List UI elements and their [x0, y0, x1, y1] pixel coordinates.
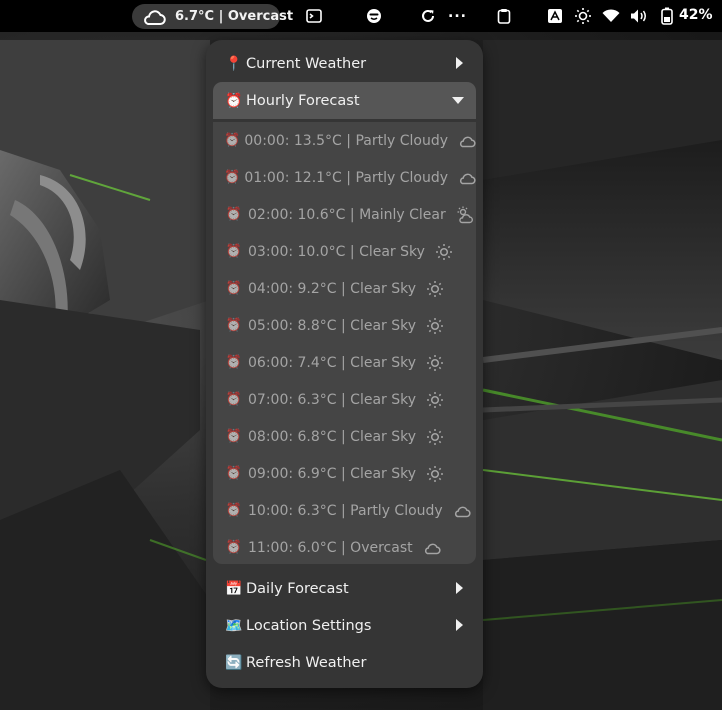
- hourly-forecast-label: 03:00: 10.0°C | Clear Sky: [248, 243, 425, 260]
- chevron-down-icon: [452, 97, 464, 104]
- wifi-icon[interactable]: [601, 6, 621, 26]
- sun-icon: [435, 243, 453, 261]
- top-panel: 6.7°C | Overcast ... 42%: [0, 0, 722, 32]
- cloud-icon: [423, 539, 441, 557]
- brightness-icon[interactable]: [573, 6, 593, 26]
- overflow-indicator[interactable]: ...: [448, 5, 467, 21]
- chevron-right-icon: [456, 57, 463, 69]
- alarm-clock-icon: ⏰: [224, 170, 241, 185]
- refresh-arrows-icon: 🔄: [225, 655, 243, 671]
- volume-icon[interactable]: [629, 6, 649, 26]
- hourly-forecast-label: 02:00: 10.6°C | Mainly Clear: [248, 206, 446, 223]
- hourly-forecast-label: 10:00: 6.3°C | Partly Cloudy: [248, 502, 443, 519]
- cloud-icon: [142, 7, 166, 27]
- sun-icon: [426, 354, 444, 372]
- hourly-forecast-item[interactable]: ⏰ 11:00: 6.0°C | Overcast: [213, 529, 476, 566]
- sun-icon: [426, 465, 444, 483]
- battery-icon[interactable]: [657, 6, 677, 26]
- hourly-forecast-label: 05:00: 8.8°C | Clear Sky: [248, 317, 417, 334]
- menu-item-daily-forecast[interactable]: 📅 Daily Forecast: [213, 571, 476, 607]
- sun-icon: [426, 391, 444, 409]
- alarm-clock-icon: ⏰: [225, 318, 243, 333]
- weather-indicator-button[interactable]: 6.7°C | Overcast: [132, 4, 293, 29]
- hourly-forecast-item[interactable]: ⏰ 01:00: 12.1°C | Partly Cloudy: [213, 159, 476, 196]
- cloud-icon: [453, 502, 471, 520]
- sun-icon: [426, 428, 444, 446]
- weather-indicator-text: 6.7°C | Overcast: [175, 9, 294, 24]
- chevron-right-icon: [456, 582, 463, 594]
- hourly-forecast-item[interactable]: ⏰ 10:00: 6.3°C | Partly Cloudy: [213, 492, 476, 529]
- sun-icon: [426, 317, 444, 335]
- hourly-forecast-item[interactable]: ⏰ 07:00: 6.3°C | Clear Sky: [213, 381, 476, 418]
- keyboard-icon[interactable]: [545, 6, 565, 26]
- menu-item-hourly-forecast[interactable]: ⏰ Hourly Forecast: [213, 82, 476, 119]
- alarm-clock-icon: ⏰: [225, 392, 243, 407]
- map-icon: 🗺️: [225, 618, 243, 634]
- terminal-icon[interactable]: [304, 6, 324, 26]
- hourly-forecast-label: 09:00: 6.9°C | Clear Sky: [248, 465, 417, 482]
- hourly-forecast-label: 00:00: 13.5°C | Partly Cloudy: [244, 132, 448, 149]
- alarm-clock-icon: ⏰: [225, 466, 243, 481]
- menu-item-label: Hourly Forecast: [246, 92, 360, 109]
- clipboard-icon[interactable]: [494, 6, 514, 26]
- menu-item-label: Daily Forecast: [246, 581, 349, 597]
- hourly-forecast-label: 07:00: 6.3°C | Clear Sky: [248, 391, 417, 408]
- alarm-clock-icon: ⏰: [225, 503, 243, 518]
- menu-item-current-weather[interactable]: 📍 Current Weather: [213, 46, 476, 82]
- alarm-clock-icon: ⏰: [225, 207, 243, 222]
- sun-icon: [426, 280, 444, 298]
- alarm-clock-icon: ⏰: [225, 429, 243, 444]
- alarm-clock-icon: ⏰: [225, 540, 243, 555]
- alarm-clock-icon: ⏰: [225, 244, 243, 259]
- pin-icon: 📍: [225, 56, 243, 72]
- hourly-forecast-label: 11:00: 6.0°C | Overcast: [248, 539, 413, 556]
- hourly-forecast-item[interactable]: ⏰ 06:00: 7.4°C | Clear Sky: [213, 344, 476, 381]
- battery-percentage: 42%: [679, 7, 713, 23]
- hourly-forecast-label: 08:00: 6.8°C | Clear Sky: [248, 428, 417, 445]
- hourly-forecast-submenu: ⏰ 00:00: 13.5°C | Partly Cloudy ⏰ 01:00: 12…: [213, 122, 476, 564]
- hourly-forecast-label: 04:00: 9.2°C | Clear Sky: [248, 280, 417, 297]
- hourly-forecast-item[interactable]: ⏰ 02:00: 10.6°C | Mainly Clear: [213, 196, 476, 233]
- chevron-right-icon: [456, 619, 463, 631]
- hourly-forecast-item[interactable]: ⏰ 03:00: 10.0°C | Clear Sky: [213, 233, 476, 270]
- menu-item-location-settings[interactable]: 🗺️ Location Settings: [213, 608, 476, 644]
- emote-icon[interactable]: [364, 6, 384, 26]
- hourly-forecast-item[interactable]: ⏰ 08:00: 6.8°C | Clear Sky: [213, 418, 476, 455]
- hourly-forecast-item[interactable]: ⏰ 09:00: 6.9°C | Clear Sky: [213, 455, 476, 492]
- hourly-forecast-label: 06:00: 7.4°C | Clear Sky: [248, 354, 417, 371]
- alarm-clock-icon: ⏰: [225, 92, 243, 109]
- alarm-clock-icon: ⏰: [224, 133, 241, 148]
- hourly-forecast-item[interactable]: ⏰ 00:00: 13.5°C | Partly Cloudy: [213, 122, 476, 159]
- alarm-clock-icon: ⏰: [225, 355, 243, 370]
- refresh-icon[interactable]: [418, 6, 438, 26]
- menu-item-label: Location Settings: [246, 618, 372, 634]
- calendar-icon: 📅: [225, 581, 243, 597]
- menu-item-label: Refresh Weather: [246, 655, 367, 671]
- hourly-forecast-item[interactable]: ⏰ 05:00: 8.8°C | Clear Sky: [213, 307, 476, 344]
- hourly-forecast-label: 01:00: 12.1°C | Partly Cloudy: [244, 169, 448, 186]
- menu-item-label: Current Weather: [246, 56, 367, 72]
- alarm-clock-icon: ⏰: [225, 281, 243, 296]
- hourly-forecast-item[interactable]: ⏰ 04:00: 9.2°C | Clear Sky: [213, 270, 476, 307]
- weather-menu: 📍 Current Weather ⏰ Hourly Forecast ⏰ 00:…: [206, 40, 483, 688]
- sun-cloud-icon: [456, 206, 474, 224]
- cloud-icon: [458, 169, 476, 187]
- cloud-icon: [458, 132, 476, 150]
- menu-item-refresh-weather[interactable]: 🔄 Refresh Weather: [213, 645, 476, 681]
